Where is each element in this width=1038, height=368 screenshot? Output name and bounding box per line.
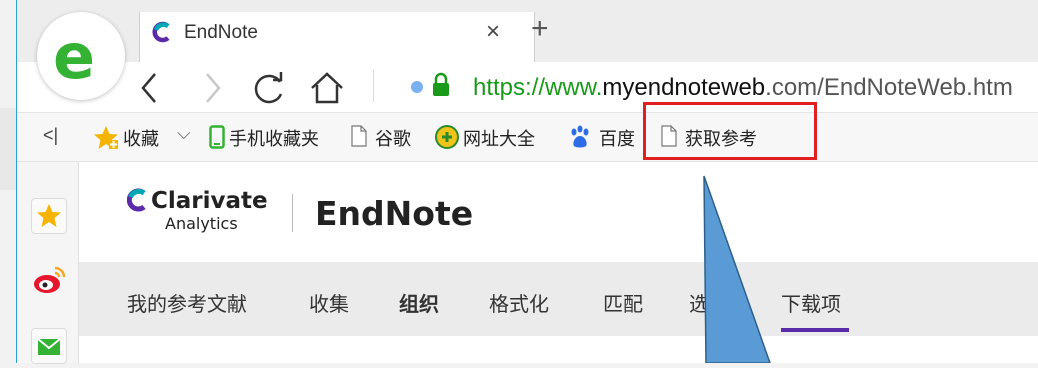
annotation-arrow <box>703 175 771 363</box>
